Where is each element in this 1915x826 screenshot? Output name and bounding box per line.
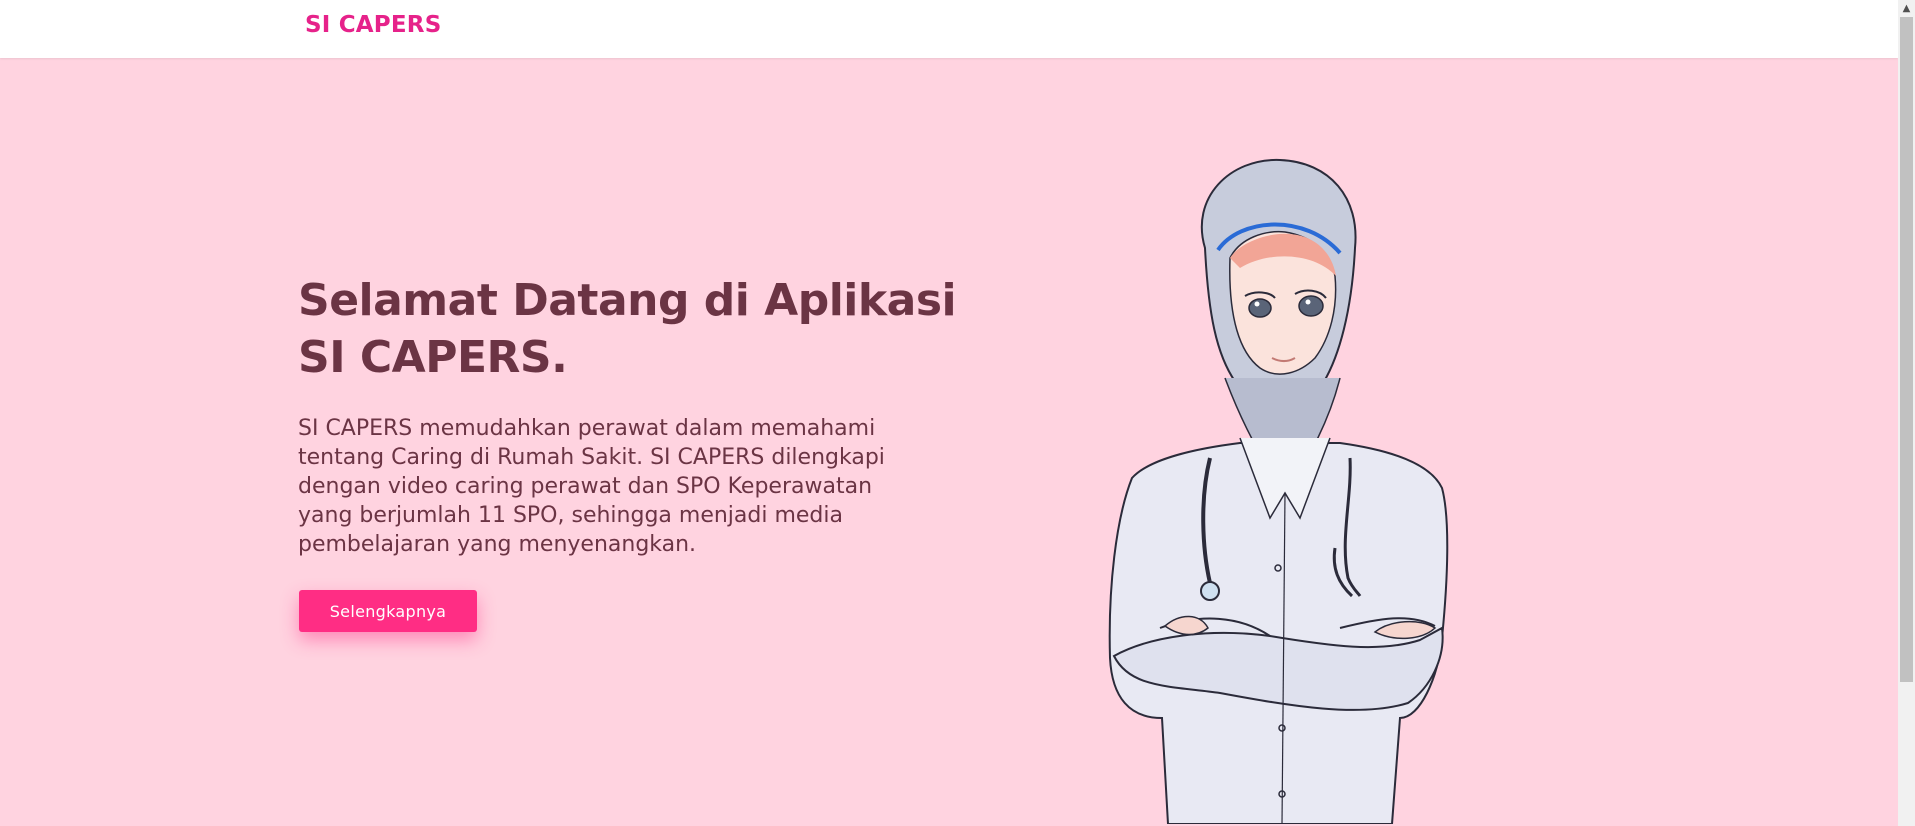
page-scrollbar[interactable]: ▲	[1898, 0, 1915, 826]
navbar: SI CAPERS	[0, 0, 1898, 58]
hero-description: SI CAPERS memudahkan perawat dalam memah…	[298, 416, 885, 557]
brand-logo-link[interactable]: SI CAPERS	[305, 12, 441, 38]
selengkapnya-button[interactable]: Selengkapnya	[299, 590, 477, 632]
hero-section: Selamat Datang di Aplikasi SI CAPERS. SI…	[0, 58, 1898, 826]
chevron-up-icon[interactable]: ▲	[1898, 0, 1915, 17]
nurse-illustration	[1108, 158, 1449, 824]
hero-title: Selamat Datang di Aplikasi SI CAPERS.	[298, 275, 957, 383]
scrollbar-thumb[interactable]	[1900, 17, 1913, 682]
